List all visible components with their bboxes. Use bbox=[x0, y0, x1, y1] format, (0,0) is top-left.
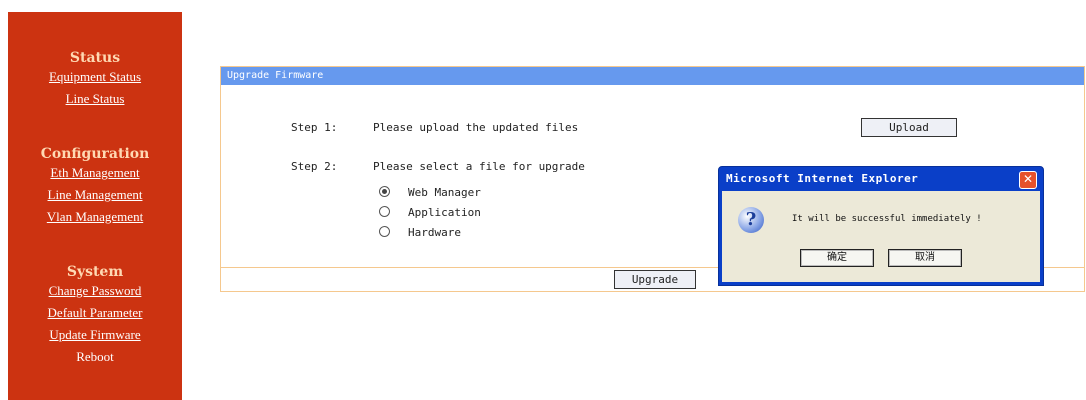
radio-unchecked-icon[interactable] bbox=[379, 206, 390, 217]
sidebar-item-default-parameter[interactable]: Default Parameter bbox=[8, 302, 182, 324]
step1-text: Please upload the updated files bbox=[373, 121, 579, 134]
radio-option-hardware[interactable]: Hardware bbox=[379, 221, 461, 240]
radio-label: Hardware bbox=[408, 226, 461, 239]
sidebar-item-line-management[interactable]: Line Management bbox=[8, 184, 182, 206]
radio-label: Web Manager bbox=[408, 186, 481, 199]
sidebar-item-vlan-management[interactable]: Vlan Management bbox=[8, 206, 182, 228]
section-title-configuration: Configuration bbox=[40, 146, 150, 162]
upgrade-button[interactable]: Upgrade bbox=[614, 270, 696, 289]
sidebar-item-update-firmware[interactable]: Update Firmware bbox=[8, 324, 182, 346]
sidebar: Status Equipment Status Line Status Conf… bbox=[8, 12, 182, 400]
ok-button[interactable]: 确定 bbox=[800, 249, 874, 267]
step2-label: Step 2: bbox=[291, 160, 338, 173]
radio-checked-icon[interactable] bbox=[379, 186, 390, 197]
radio-label: Application bbox=[408, 206, 481, 219]
sidebar-item-eth-management[interactable]: Eth Management bbox=[8, 162, 182, 184]
panel-title: Upgrade Firmware bbox=[221, 67, 1084, 85]
question-icon: ? bbox=[738, 207, 764, 233]
step2-text: Please select a file for upgrade bbox=[373, 160, 585, 173]
radio-option-application[interactable]: Application bbox=[379, 201, 481, 220]
cancel-button[interactable]: 取消 bbox=[888, 249, 962, 267]
sidebar-item-equipment-status[interactable]: Equipment Status bbox=[8, 66, 182, 88]
dialog-body: ? It will be successful immediately ! 确定… bbox=[722, 191, 1040, 282]
dialog-message: It will be successful immediately ! bbox=[792, 214, 982, 224]
radio-unchecked-icon[interactable] bbox=[379, 226, 390, 237]
radio-option-web-manager[interactable]: Web Manager bbox=[379, 181, 481, 200]
ie-dialog: Microsoft Internet Explorer ✕ ? It will … bbox=[718, 166, 1044, 286]
sidebar-item-change-password[interactable]: Change Password bbox=[8, 280, 182, 302]
section-title-system: System bbox=[66, 264, 124, 280]
close-icon[interactable]: ✕ bbox=[1019, 171, 1037, 189]
sidebar-item-line-status[interactable]: Line Status bbox=[8, 88, 182, 110]
section-title-status: Status bbox=[69, 50, 121, 66]
step1-label: Step 1: bbox=[291, 121, 338, 134]
upload-button[interactable]: Upload bbox=[861, 118, 957, 137]
sidebar-item-reboot[interactable]: Reboot bbox=[8, 346, 182, 368]
dialog-title: Microsoft Internet Explorer bbox=[726, 172, 919, 185]
